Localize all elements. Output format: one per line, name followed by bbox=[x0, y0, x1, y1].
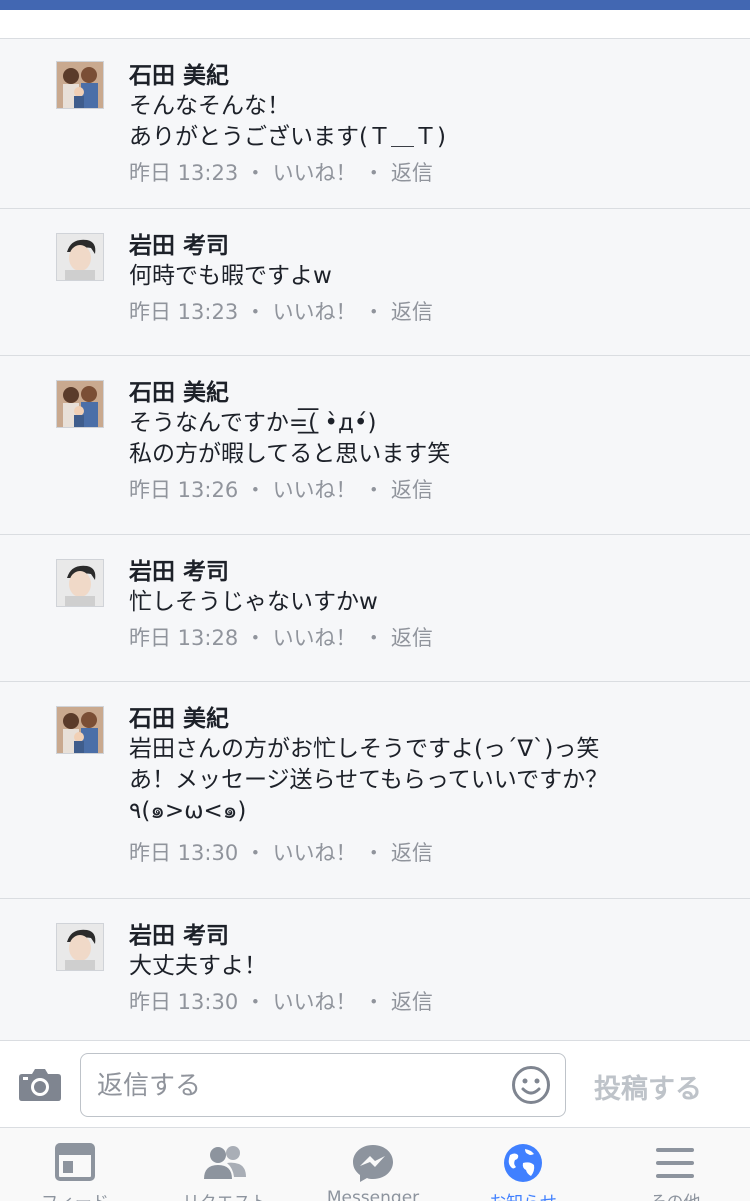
avatar[interactable] bbox=[56, 233, 104, 281]
tab-notifications[interactable]: お知らせ bbox=[448, 1128, 598, 1201]
bottom-tab-bar: フィード リクエスト Messenger お知らせ その他 bbox=[0, 1128, 750, 1201]
camera-icon[interactable] bbox=[18, 1066, 62, 1102]
reply-link[interactable]: 返信 bbox=[391, 478, 433, 502]
comment-item: 石田 美紀 岩田さんの方がお忙しそうですよ(っ´∇`)っ笑 あ！メッセージ送らせ… bbox=[0, 682, 750, 899]
tab-label: お知らせ bbox=[448, 1188, 598, 1201]
comment-timestamp[interactable]: 昨日 13:28 bbox=[129, 626, 238, 650]
comment-timestamp[interactable]: 昨日 13:30 bbox=[129, 990, 238, 1014]
comment-meta: 昨日 13:30 ・ いいね！ ・ 返信 bbox=[129, 990, 433, 1014]
reply-input-box bbox=[80, 1053, 566, 1117]
comment-author[interactable]: 岩田 考司 bbox=[129, 921, 710, 951]
comment-item: 岩田 考司 大丈夫すよ！ 昨日 13:30 ・ いいね！ ・ 返信 bbox=[0, 899, 750, 1042]
tab-friend-requests[interactable]: リクエスト bbox=[150, 1128, 300, 1201]
comment-item: 岩田 考司 忙しそうじゃないすかw 昨日 13:28 ・ いいね！ ・ 返信 bbox=[0, 535, 750, 682]
reply-link[interactable]: 返信 bbox=[391, 841, 433, 865]
comment-item: 石田 美紀 そんなそんな！ ありがとうございます(Ｔ＿Ｔ) 昨日 13:23 ・… bbox=[0, 39, 750, 209]
comment-item: 岩田 考司 何時でも暇ですよw 昨日 13:23 ・ いいね！ ・ 返信 bbox=[0, 209, 750, 356]
messenger-icon bbox=[351, 1143, 395, 1183]
comment-text: 忙しそうじゃないすかw bbox=[129, 589, 378, 615]
reply-link[interactable]: 返信 bbox=[391, 990, 433, 1014]
globe-notifications-icon bbox=[501, 1143, 545, 1183]
comment-item: 石田 美紀 そうなんですか=͟͟͞͞( •̀д•́) 私の方が暇してると思います… bbox=[0, 356, 750, 535]
comment-meta: 昨日 13:26 ・ いいね！ ・ 返信 bbox=[129, 478, 433, 502]
comment-timestamp[interactable]: 昨日 13:23 bbox=[129, 161, 238, 185]
avatar[interactable] bbox=[56, 61, 104, 109]
friend-requests-icon bbox=[203, 1143, 247, 1183]
like-link[interactable]: いいね！ bbox=[273, 841, 357, 865]
menu-icon bbox=[653, 1143, 697, 1183]
reply-link[interactable]: 返信 bbox=[391, 161, 433, 185]
reply-link[interactable]: 返信 bbox=[391, 626, 433, 650]
avatar[interactable] bbox=[56, 923, 104, 971]
comment-text: 岩田さんの方がお忙しそうですよ(っ´∇`)っ笑 あ！メッセージ送らせてもらってい… bbox=[129, 736, 609, 824]
like-link[interactable]: いいね！ bbox=[273, 626, 357, 650]
avatar[interactable] bbox=[56, 559, 104, 607]
tab-label: リクエスト bbox=[150, 1188, 300, 1201]
comment-list: 石田 美紀 そんなそんな！ ありがとうございます(Ｔ＿Ｔ) 昨日 13:23 ・… bbox=[0, 39, 750, 1042]
post-button[interactable]: 投稿する bbox=[594, 1067, 702, 1106]
like-link[interactable]: いいね！ bbox=[273, 300, 357, 324]
tab-label: その他 bbox=[600, 1188, 750, 1201]
comment-author[interactable]: 石田 美紀 bbox=[129, 378, 710, 408]
avatar[interactable] bbox=[56, 706, 104, 754]
news-feed-icon bbox=[53, 1143, 97, 1183]
comment-meta: 昨日 13:30 ・ いいね！ ・ 返信 bbox=[129, 841, 433, 865]
comment-timestamp[interactable]: 昨日 13:26 bbox=[129, 478, 238, 502]
comment-text: 大丈夫すよ！ bbox=[129, 953, 267, 979]
top-nav-bar bbox=[0, 0, 750, 10]
like-link[interactable]: いいね！ bbox=[273, 478, 357, 502]
comment-author[interactable]: 岩田 考司 bbox=[129, 557, 710, 587]
reply-link[interactable]: 返信 bbox=[391, 300, 433, 324]
top-strip bbox=[0, 10, 750, 39]
comment-author[interactable]: 石田 美紀 bbox=[129, 704, 710, 734]
comment-meta: 昨日 13:23 ・ いいね！ ・ 返信 bbox=[129, 161, 433, 185]
comment-text: そうなんですか=͟͟͞͞( •̀д•́) 私の方が暇してると思います笑 bbox=[129, 410, 451, 467]
like-link[interactable]: いいね！ bbox=[273, 990, 357, 1014]
comment-meta: 昨日 13:23 ・ いいね！ ・ 返信 bbox=[129, 300, 433, 324]
comment-author[interactable]: 岩田 考司 bbox=[129, 231, 710, 261]
tab-label: Messenger bbox=[326, 1188, 420, 1201]
tab-news-feed[interactable]: フィード bbox=[0, 1128, 150, 1201]
tab-messenger[interactable]: Messenger bbox=[298, 1128, 448, 1201]
avatar[interactable] bbox=[56, 380, 104, 428]
reply-input[interactable] bbox=[95, 1062, 499, 1110]
comment-text: 何時でも暇ですよw bbox=[129, 263, 332, 289]
comment-meta: 昨日 13:28 ・ いいね！ ・ 返信 bbox=[129, 626, 433, 650]
tab-label: フィード bbox=[0, 1188, 150, 1201]
like-link[interactable]: いいね！ bbox=[273, 161, 357, 185]
comment-timestamp[interactable]: 昨日 13:30 bbox=[129, 841, 238, 865]
comment-timestamp[interactable]: 昨日 13:23 bbox=[129, 300, 238, 324]
comment-text: そんなそんな！ ありがとうございます(Ｔ＿Ｔ) bbox=[129, 93, 446, 150]
reply-composer: 投稿する bbox=[0, 1040, 750, 1128]
comment-author[interactable]: 石田 美紀 bbox=[129, 61, 710, 91]
tab-more[interactable]: その他 bbox=[600, 1128, 750, 1201]
smiley-icon[interactable] bbox=[511, 1065, 551, 1105]
